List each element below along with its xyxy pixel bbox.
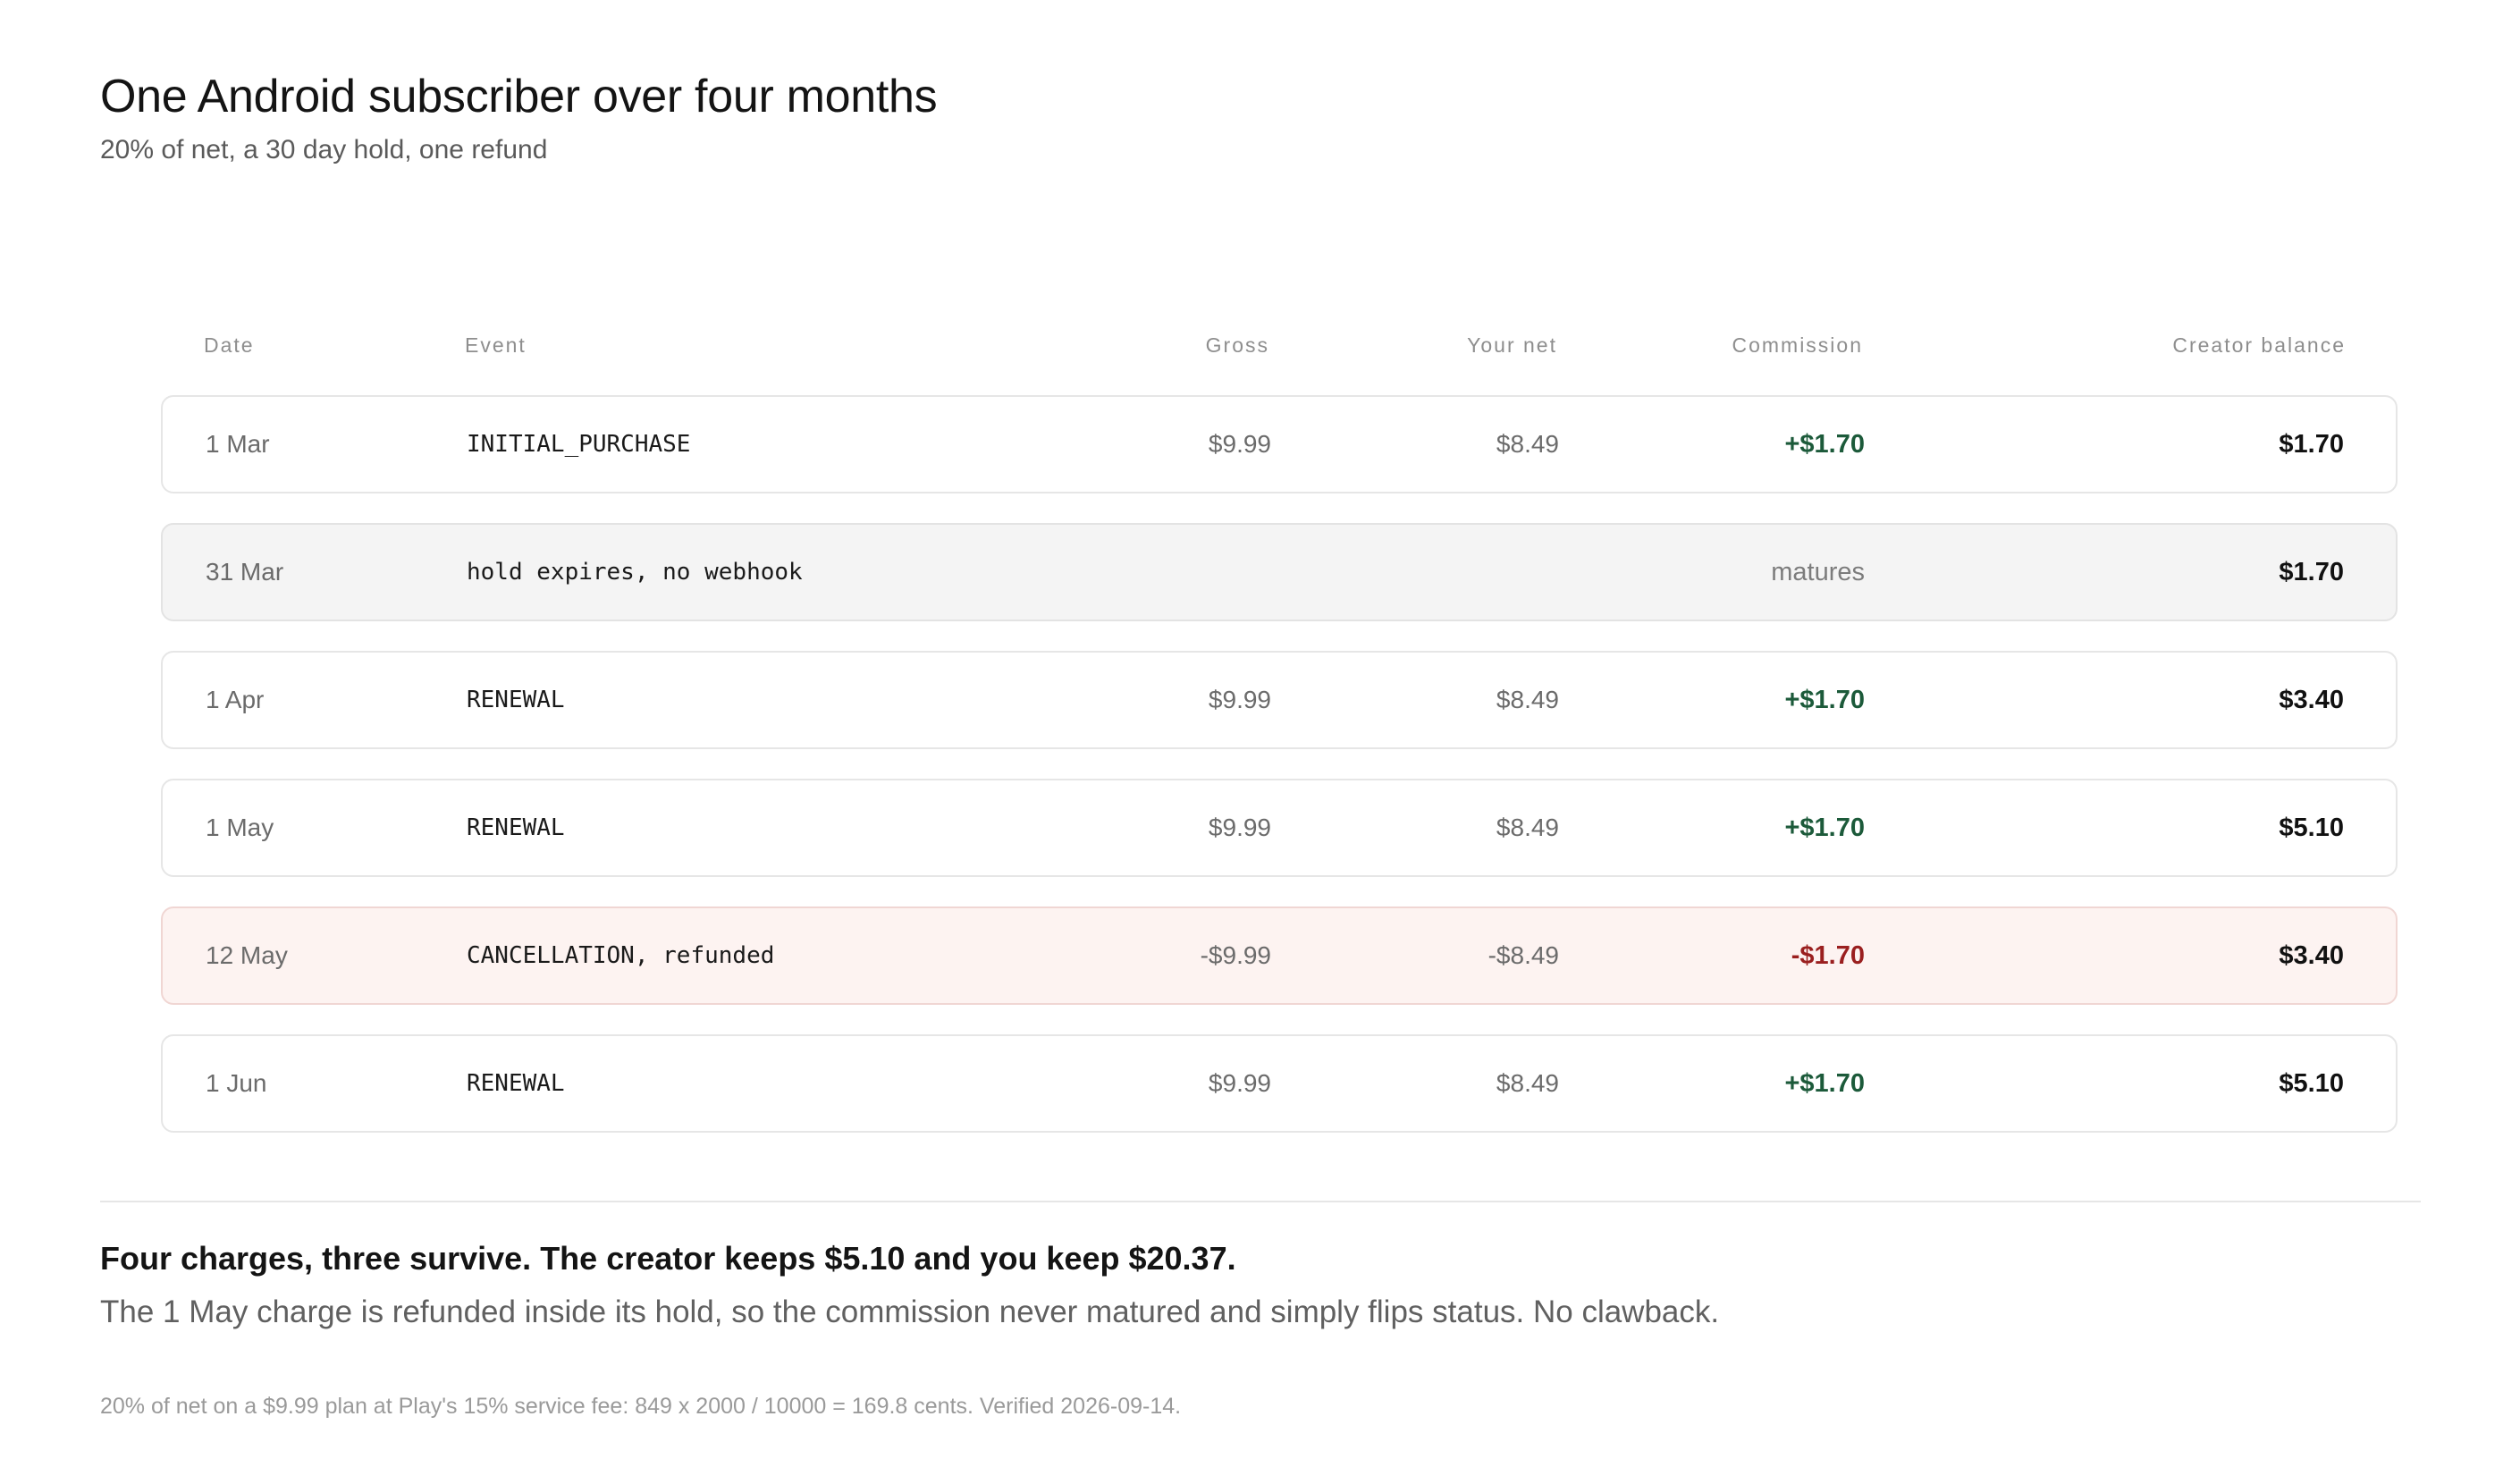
row-commission: +$1.70 bbox=[1784, 429, 1865, 459]
row-date: 1 Apr bbox=[206, 686, 265, 713]
row-date: 31 Mar bbox=[206, 558, 284, 586]
page-subtitle: 20% of net, a 30 day hold, one refund bbox=[100, 135, 548, 164]
row-date: 1 May bbox=[206, 814, 274, 841]
row-commission: -$1.70 bbox=[1791, 940, 1865, 970]
row-gross: $9.99 bbox=[1208, 430, 1271, 458]
table-row: 1 May RENEWAL $9.99 $8.49 +$1.70 $5.10 bbox=[161, 779, 2398, 877]
row-gross: $9.99 bbox=[1208, 686, 1271, 713]
page: One Android subscriber over four months … bbox=[0, 0, 2503, 1484]
row-commission: +$1.70 bbox=[1784, 813, 1865, 842]
row-event: RENEWAL bbox=[467, 1070, 565, 1097]
table-row: 1 Jun RENEWAL $9.99 $8.49 +$1.70 $5.10 bbox=[161, 1034, 2398, 1133]
row-commission-status: matures bbox=[1771, 557, 1865, 586]
row-gross: $9.99 bbox=[1208, 814, 1271, 841]
row-event: hold expires, no webhook bbox=[467, 559, 803, 586]
table-row: 12 May CANCELLATION, refunded -$9.99 -$8… bbox=[161, 906, 2398, 1005]
row-balance: $5.10 bbox=[2279, 1068, 2344, 1098]
row-event: CANCELLATION, refunded bbox=[467, 942, 775, 969]
summary-headline: Four charges, three survive. The creator… bbox=[100, 1240, 1236, 1277]
column-header-gross: Gross bbox=[1205, 333, 1269, 357]
row-net: $8.49 bbox=[1496, 814, 1559, 841]
row-date: 12 May bbox=[206, 941, 288, 969]
row-commission: +$1.70 bbox=[1784, 1068, 1865, 1098]
table-header: Date Event Gross Your net Commission Cre… bbox=[161, 322, 2398, 368]
row-balance: $1.70 bbox=[2279, 429, 2344, 459]
row-net: $8.49 bbox=[1496, 430, 1559, 458]
row-date: 1 Mar bbox=[206, 430, 270, 458]
column-header-net: Your net bbox=[1467, 333, 1557, 357]
row-event: INITIAL_PURCHASE bbox=[467, 431, 691, 458]
column-header-commission: Commission bbox=[1732, 333, 1863, 357]
row-net: -$8.49 bbox=[1487, 941, 1559, 969]
row-balance: $1.70 bbox=[2279, 557, 2344, 586]
row-event: RENEWAL bbox=[467, 814, 565, 841]
row-gross: -$9.99 bbox=[1200, 941, 1271, 969]
table-row: 31 Mar hold expires, no webhook matures … bbox=[161, 523, 2398, 621]
row-gross: $9.99 bbox=[1208, 1069, 1271, 1097]
footnote: 20% of net on a $9.99 plan at Play's 15%… bbox=[100, 1394, 1182, 1419]
row-balance: $3.40 bbox=[2279, 685, 2344, 714]
row-balance: $3.40 bbox=[2279, 940, 2344, 970]
section-divider bbox=[100, 1201, 2421, 1202]
row-net: $8.49 bbox=[1496, 686, 1559, 713]
table-row: 1 Mar INITIAL_PURCHASE $9.99 $8.49 +$1.7… bbox=[161, 395, 2398, 493]
row-balance: $5.10 bbox=[2279, 813, 2344, 842]
column-header-creator-balance: Creator balance bbox=[2172, 333, 2346, 357]
summary-explanation: The 1 May charge is refunded inside its … bbox=[100, 1294, 1720, 1329]
row-date: 1 Jun bbox=[206, 1069, 267, 1097]
ledger-table: Date Event Gross Your net Commission Cre… bbox=[161, 322, 2398, 1162]
table-row: 1 Apr RENEWAL $9.99 $8.49 +$1.70 $3.40 bbox=[161, 651, 2398, 749]
column-header-event: Event bbox=[465, 333, 527, 357]
column-header-date: Date bbox=[204, 333, 255, 357]
row-event: RENEWAL bbox=[467, 687, 565, 713]
row-net: $8.49 bbox=[1496, 1069, 1559, 1097]
page-title: One Android subscriber over four months bbox=[100, 71, 938, 122]
row-commission: +$1.70 bbox=[1784, 685, 1865, 714]
